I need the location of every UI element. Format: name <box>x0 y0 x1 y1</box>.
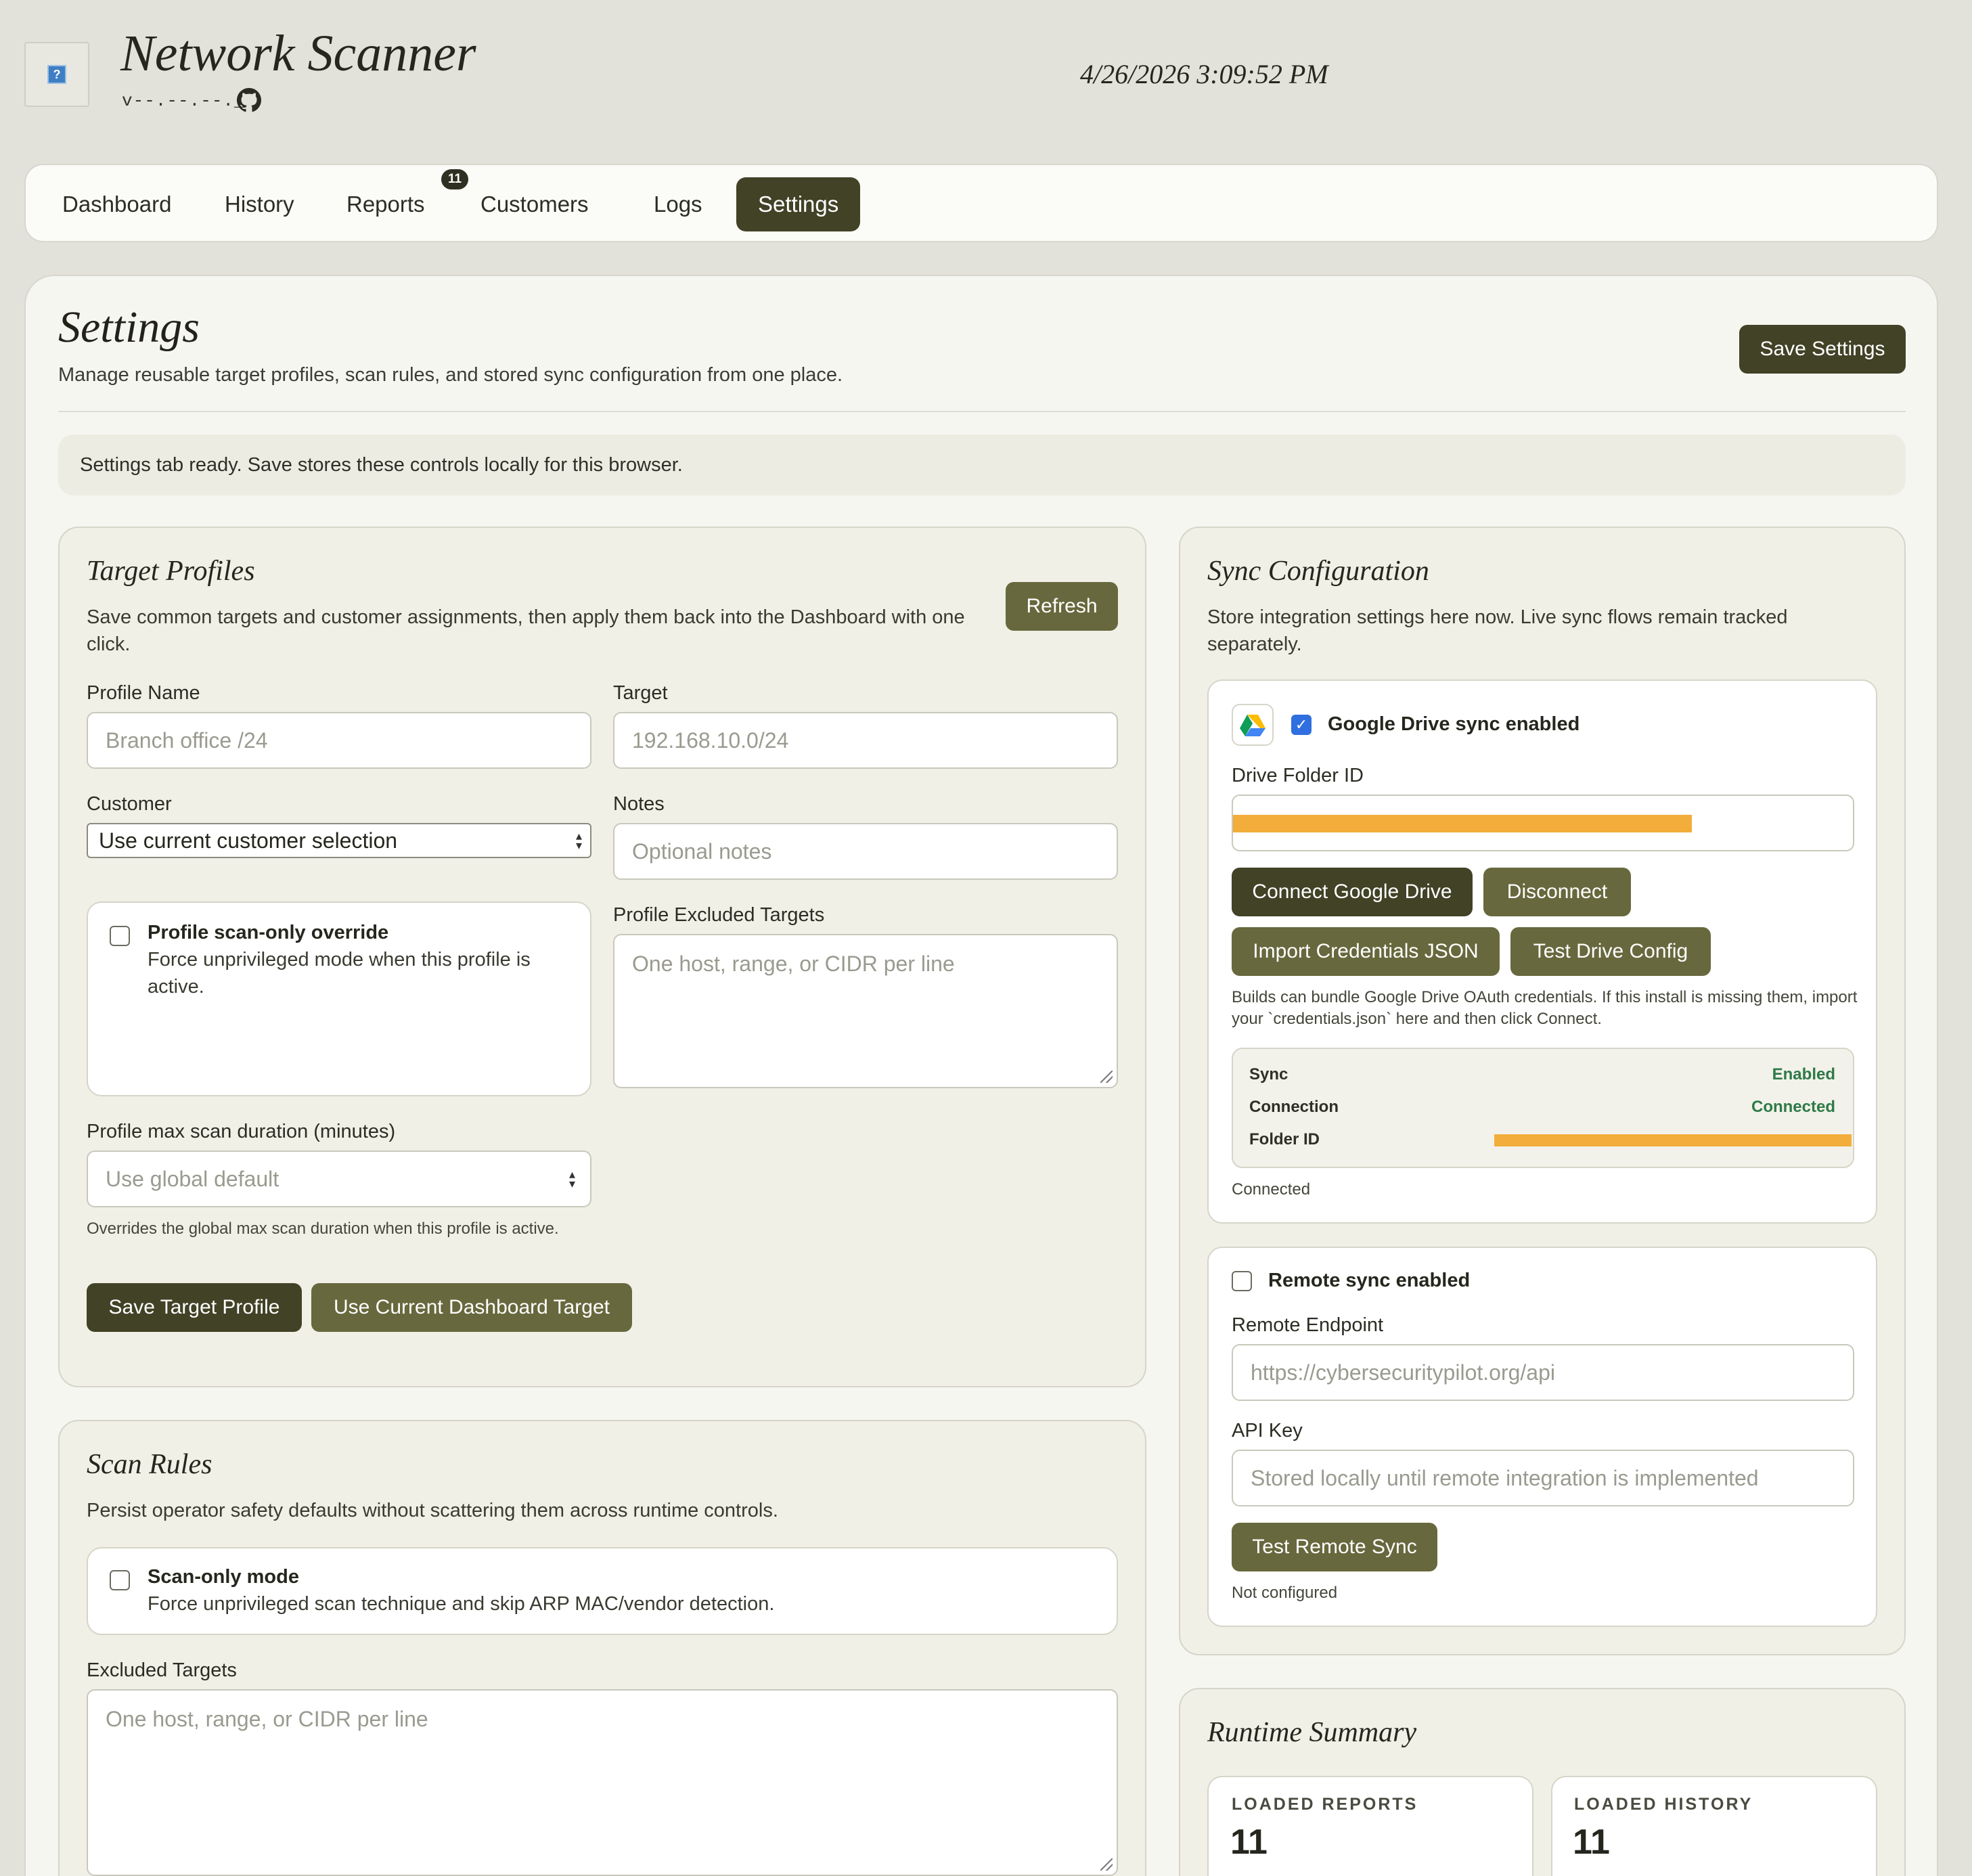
customer-select[interactable]: Use current customer selection ▴ ▾ <box>87 823 591 858</box>
divider <box>58 411 1906 412</box>
profile-excluded-textarea[interactable]: One host, range, or CIDR per line <box>613 934 1118 1088</box>
save-target-profile-button[interactable]: Save Target Profile <box>87 1283 302 1332</box>
tab-dashboard[interactable]: Dashboard <box>41 177 193 231</box>
import-credentials-button[interactable]: Import Credentials JSON <box>1232 927 1500 976</box>
status-banner: Settings tab ready. Save stores these co… <box>58 434 1906 495</box>
notes-label: Notes <box>613 793 665 815</box>
target-input[interactable]: 192.168.10.0/24 <box>613 712 1118 769</box>
remote-sync-status: Not configured <box>1232 1584 1338 1602</box>
scan-rules-title: Scan Rules <box>87 1449 212 1480</box>
max-duration-help: Overrides the global max scan duration w… <box>87 1220 559 1238</box>
runtime-summary-title: Runtime Summary <box>1207 1717 1417 1748</box>
main-tabs: Dashboard History Reports 11 Customers L… <box>24 164 1938 242</box>
scan-only-mode-title: Scan-only mode <box>148 1566 299 1588</box>
google-drive-enabled-label: Google Drive sync enabled <box>1328 713 1580 735</box>
status-key: Connection <box>1249 1098 1339 1116</box>
updown-chevron-icon: ▴ ▾ <box>575 829 582 852</box>
profile-name-input[interactable]: Branch office /24 <box>87 712 591 769</box>
redacted-folder-id <box>1494 1134 1852 1146</box>
target-label: Target <box>613 682 668 704</box>
loaded-reports-label: LOADED REPORTS <box>1232 1795 1418 1814</box>
google-drive-enabled-checkbox[interactable]: ✓ <box>1291 715 1312 735</box>
placeholder-icon: ? <box>47 65 66 84</box>
status-key: Sync <box>1249 1065 1288 1084</box>
excluded-targets-textarea[interactable]: One host, range, or CIDR per line <box>87 1689 1118 1876</box>
connect-google-drive-button[interactable]: Connect Google Drive <box>1232 868 1473 916</box>
scan-only-mode-checkbox[interactable] <box>110 1570 130 1590</box>
target-profiles-description: Save common targets and customer assignm… <box>87 606 965 655</box>
disconnect-button[interactable]: Disconnect <box>1483 868 1631 916</box>
remote-sync-enabled-label: Remote sync enabled <box>1268 1270 1471 1291</box>
sync-configuration-description: Store integration settings here now. Liv… <box>1207 606 1788 655</box>
sync-configuration-title: Sync Configuration <box>1207 556 1429 587</box>
scan-rules-description: Persist operator safety defaults without… <box>87 1500 778 1521</box>
github-icon[interactable] <box>237 88 261 112</box>
remote-endpoint-label: Remote Endpoint <box>1232 1314 1384 1336</box>
credentials-help-text: Builds can bundle Google Drive OAuth cre… <box>1232 988 1858 1028</box>
api-key-input[interactable]: Stored locally until remote integration … <box>1232 1450 1854 1506</box>
page-subtitle: Manage reusable target profiles, scan ru… <box>58 364 843 386</box>
stepper-icon[interactable]: ▴ ▾ <box>569 1168 575 1190</box>
tab-customers[interactable]: Customers <box>459 177 610 231</box>
max-duration-placeholder: Use global default <box>106 1166 279 1191</box>
remote-endpoint-input[interactable]: https://cybersecuritypilot.org/api <box>1232 1344 1854 1401</box>
refresh-button[interactable]: Refresh <box>1006 582 1118 631</box>
redacted-folder-id <box>1233 815 1692 832</box>
page-title: Settings <box>58 303 200 352</box>
profile-excluded-placeholder: One host, range, or CIDR per line <box>632 952 955 976</box>
app-title: Network Scanner <box>120 25 476 82</box>
customer-select-value: Use current customer selection <box>99 828 398 853</box>
tab-logs[interactable]: Logs <box>632 177 724 231</box>
excluded-targets-placeholder: One host, range, or CIDR per line <box>106 1707 428 1731</box>
google-drive-icon <box>1232 704 1274 746</box>
test-remote-sync-button[interactable]: Test Remote Sync <box>1232 1523 1437 1571</box>
profile-name-label: Profile Name <box>87 682 200 704</box>
tab-reports[interactable]: Reports <box>325 177 447 231</box>
resize-grip-icon[interactable] <box>1100 1071 1113 1083</box>
app-icon: ? <box>24 42 89 107</box>
status-value: Connected <box>1751 1098 1835 1116</box>
notes-input[interactable]: Optional notes <box>613 823 1118 880</box>
loaded-history-label: LOADED HISTORY <box>1574 1795 1753 1814</box>
test-drive-config-button[interactable]: Test Drive Config <box>1510 927 1711 976</box>
scan-only-override-title: Profile scan-only override <box>148 922 389 943</box>
scan-only-override-description: Force unprivileged mode when this profil… <box>148 949 531 998</box>
loaded-reports-value: 11 <box>1230 1823 1268 1862</box>
status-key: Folder ID <box>1249 1130 1320 1148</box>
remote-sync-enabled-checkbox[interactable] <box>1232 1271 1252 1291</box>
tab-settings[interactable]: Settings <box>736 177 861 231</box>
resize-grip-icon[interactable] <box>1100 1858 1113 1871</box>
status-value: Enabled <box>1772 1065 1835 1084</box>
profile-excluded-label: Profile Excluded Targets <box>613 904 825 926</box>
max-duration-label: Profile max scan duration (minutes) <box>87 1121 396 1142</box>
customer-label: Customer <box>87 793 172 815</box>
scan-only-override-checkbox[interactable] <box>110 926 130 946</box>
tab-history[interactable]: History <box>203 177 316 231</box>
drive-folder-label: Drive Folder ID <box>1232 765 1364 786</box>
excluded-targets-label: Excluded Targets <box>87 1659 237 1681</box>
app-version: v--.--.--._ <box>122 91 246 111</box>
target-profiles-title: Target Profiles <box>87 556 255 587</box>
datetime: 4/26/2026 3:09:52 PM <box>1080 59 1328 89</box>
max-duration-input[interactable]: Use global default ▴ ▾ <box>87 1151 591 1207</box>
save-settings-button[interactable]: Save Settings <box>1739 325 1906 374</box>
google-drive-status: Connected <box>1232 1180 1311 1199</box>
use-dashboard-target-button[interactable]: Use Current Dashboard Target <box>311 1283 632 1332</box>
api-key-label: API Key <box>1232 1420 1303 1442</box>
scan-only-mode-description: Force unprivileged scan technique and sk… <box>148 1593 775 1615</box>
loaded-history-value: 11 <box>1573 1823 1610 1862</box>
